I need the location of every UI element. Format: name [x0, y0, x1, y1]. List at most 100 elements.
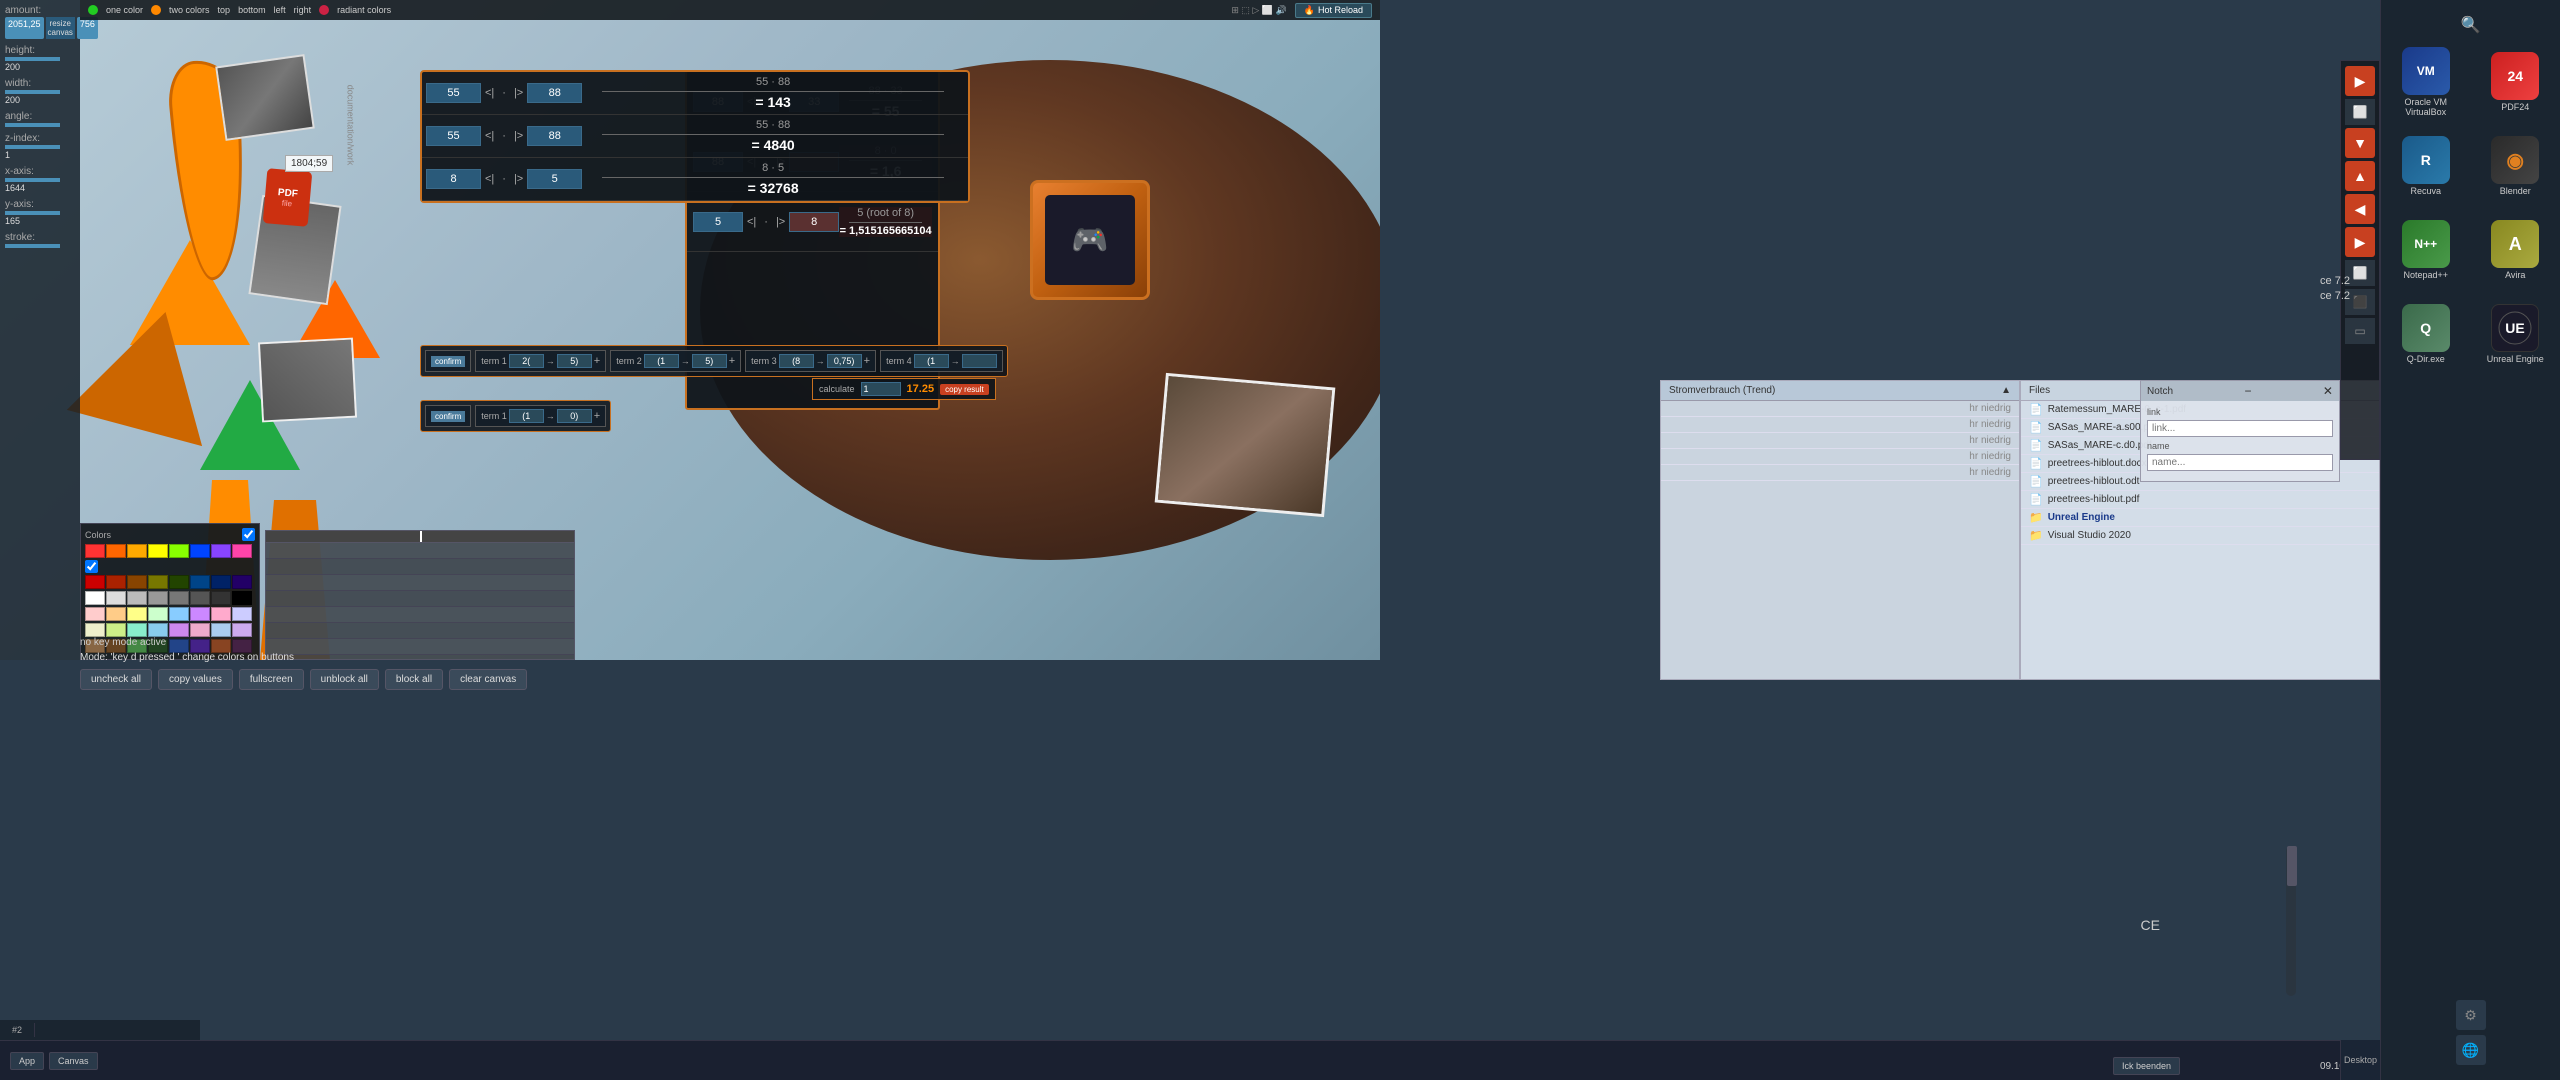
rt-btn-9[interactable]: ▭ — [2345, 318, 2375, 344]
clear-canvas-btn[interactable]: clear canvas — [449, 669, 527, 690]
zindex-slider[interactable] — [5, 145, 60, 149]
color-nearblack[interactable] — [211, 591, 231, 605]
calc2-input-3b[interactable] — [789, 212, 839, 232]
app-oracle-vm[interactable]: VM Oracle VM VirtualBox — [2391, 47, 2461, 117]
rt-btn-3[interactable]: ▼ — [2345, 128, 2375, 158]
confirm-btn-1[interactable]: confirm — [431, 356, 465, 367]
search-icon[interactable]: 🔍 — [2456, 10, 2486, 40]
calc-input-3b[interactable] — [527, 169, 582, 189]
copy-values-btn[interactable]: copy values — [158, 669, 233, 690]
term-3-input1[interactable] — [779, 354, 814, 368]
color-lilac[interactable] — [232, 623, 252, 637]
taskbar-btn-1[interactable]: App — [10, 1052, 44, 1070]
color-ltpink[interactable] — [85, 607, 105, 621]
color-ltyellow[interactable] — [85, 623, 105, 637]
resize-canvas-btn[interactable]: resize canvas — [46, 17, 75, 39]
term-2-input1[interactable] — [644, 354, 679, 368]
radio-top[interactable]: top — [218, 5, 231, 15]
color-gray[interactable] — [127, 591, 147, 605]
color-mint[interactable] — [148, 607, 168, 621]
color-skyblue[interactable] — [148, 623, 168, 637]
color-yellow[interactable] — [148, 544, 168, 558]
calc2-input-3a[interactable] — [693, 212, 743, 232]
term2-1-input2[interactable] — [557, 409, 592, 423]
rt-btn-2[interactable]: ⬜ — [2345, 99, 2375, 125]
term2-1-add[interactable]: + — [594, 410, 600, 422]
color-navy[interactable] — [190, 575, 210, 589]
color-darkgreen[interactable] — [169, 575, 189, 589]
dialog-link-input[interactable] — [2147, 420, 2333, 437]
color-pink[interactable] — [232, 544, 252, 558]
playhead[interactable] — [420, 531, 422, 542]
color-charcoal[interactable] — [190, 591, 210, 605]
color-midgray[interactable] — [148, 591, 168, 605]
color-olive[interactable] — [148, 575, 168, 589]
color-amber[interactable] — [127, 544, 147, 558]
color-rose[interactable] — [211, 607, 231, 621]
term-2-add[interactable]: + — [729, 355, 735, 367]
radio-two-colors[interactable]: two colors — [169, 5, 210, 15]
dialog-close[interactable]: ✕ — [2323, 384, 2333, 398]
color-darkred[interactable] — [85, 575, 105, 589]
radio-radiant[interactable]: radiant colors — [337, 5, 391, 15]
fullscreen-btn[interactable]: fullscreen — [239, 669, 304, 690]
color-indigo[interactable] — [232, 575, 252, 589]
color-orange[interactable] — [106, 544, 126, 558]
palette-checkbox-2[interactable] — [85, 560, 98, 573]
result-input[interactable] — [861, 382, 901, 396]
color-ltblue[interactable] — [169, 607, 189, 621]
file-item-8[interactable]: 📁 Visual Studio 2020 — [2021, 527, 2379, 545]
color-ltgray[interactable] — [106, 591, 126, 605]
color-violet[interactable] — [169, 623, 189, 637]
network-icon[interactable]: 🌐 — [2456, 1035, 2486, 1065]
color-cream[interactable] — [127, 607, 147, 621]
radio-left[interactable]: left — [274, 5, 286, 15]
color-dkgray[interactable] — [169, 591, 189, 605]
color-black[interactable] — [232, 591, 252, 605]
app-unreal[interactable]: UE Unreal Engine — [2480, 299, 2550, 369]
file-item-6[interactable]: 📄 preetrees-hiblout.pdf — [2021, 491, 2379, 509]
color-lavender[interactable] — [190, 607, 210, 621]
rt-btn-4[interactable]: ▲ — [2345, 161, 2375, 191]
calc-input-3a[interactable] — [426, 169, 481, 189]
radio-right[interactable]: right — [294, 5, 312, 15]
yaxis-slider[interactable] — [5, 211, 60, 215]
term-4-input2[interactable] — [962, 354, 997, 368]
uncheck-all-btn[interactable]: uncheck all — [80, 669, 152, 690]
app-pdf24[interactable]: 24 PDF24 — [2480, 47, 2550, 117]
term-2-input2[interactable] — [692, 354, 727, 368]
xaxis-slider[interactable] — [5, 178, 60, 182]
amount-value-btn[interactable]: 2051,25 — [5, 17, 44, 39]
term-1-input1[interactable] — [509, 354, 544, 368]
width-slider[interactable] — [5, 90, 60, 94]
color-purple[interactable] — [211, 544, 231, 558]
taskbar-btn-2[interactable]: Canvas — [49, 1052, 98, 1070]
app-notepad[interactable]: N++ Notepad++ — [2391, 215, 2461, 285]
pdf-icon[interactable]: PDF file — [263, 168, 313, 227]
btn-756[interactable]: 756 — [77, 17, 98, 39]
hot-reload-button[interactable]: 🔥 Hot Reload — [1295, 3, 1372, 18]
file-item-7[interactable]: 📁 Unreal Engine — [2021, 509, 2379, 527]
confirm-btn-2[interactable]: confirm — [431, 411, 465, 422]
angle-slider[interactable] — [5, 123, 60, 127]
color-periwinkle[interactable] — [232, 607, 252, 621]
calc-input-1a[interactable] — [426, 83, 481, 103]
radio-one-color[interactable]: one color — [106, 5, 143, 15]
term2-1-input1[interactable] — [509, 409, 544, 423]
term-3-input2[interactable] — [827, 354, 862, 368]
unblock-all-btn[interactable]: unblock all — [310, 669, 379, 690]
block-all-btn[interactable]: block all — [385, 669, 443, 690]
desktop-btn[interactable]: Desktop — [2340, 1040, 2380, 1080]
calc-input-2a[interactable] — [426, 126, 481, 146]
stroke-slider[interactable] — [5, 244, 60, 248]
rt-btn-6[interactable]: ▶ — [2345, 227, 2375, 257]
color-blush[interactable] — [190, 623, 210, 637]
color-red[interactable] — [85, 544, 105, 558]
bottom-tab-1[interactable]: #2 — [0, 1023, 35, 1037]
term-4-input1[interactable] — [914, 354, 949, 368]
right-scrollbar[interactable] — [2286, 846, 2296, 996]
color-darknavy[interactable] — [211, 575, 231, 589]
settings-icon[interactable]: ⚙ — [2456, 1000, 2486, 1030]
ick-beenden-btn[interactable]: Ick beenden — [2113, 1057, 2180, 1075]
dialog-minimize[interactable]: − — [2245, 384, 2252, 398]
